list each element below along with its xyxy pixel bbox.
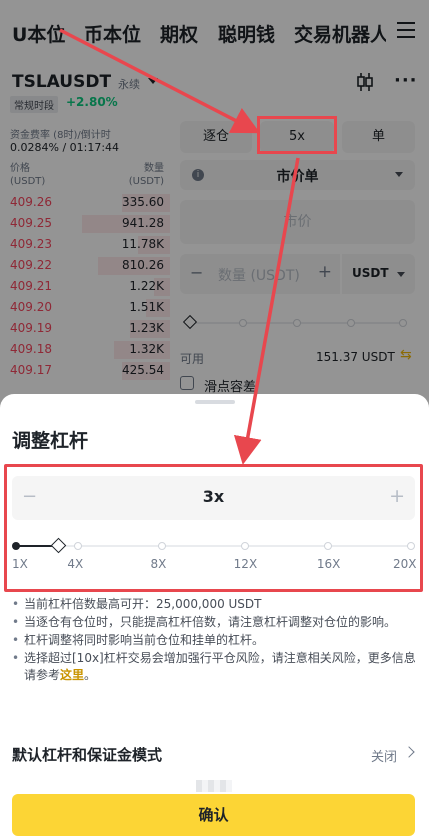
confirm-button[interactable]: 确认	[12, 794, 415, 836]
note-max-position: 当前杠杆倍数最高可开：25,000,000 USDT	[12, 596, 417, 613]
sheet-title: 调整杠杆	[12, 430, 89, 452]
plus-icon[interactable]: +	[389, 485, 405, 507]
leverage-marks: 1X 4X 8X 12X 16X 20X	[12, 557, 417, 573]
leverage-stepper[interactable]: − 3x +	[12, 476, 415, 520]
note-affects-orders: 杠杆调整将同时影响当前仓位和挂单的杠杆。	[12, 632, 417, 649]
slider-tick[interactable]	[157, 542, 166, 550]
leverage-value: 3x	[202, 487, 225, 506]
slider-mark-label[interactable]: 8X	[151, 557, 167, 571]
slider-tick[interactable]	[240, 542, 249, 550]
leverage-sheet: 调整杠杆 − 3x + 1X 4X 8X 12X 16X 20X 当前杠杆倍数最高可开：2…	[0, 394, 429, 836]
slider-mark-label[interactable]: 20X	[393, 557, 417, 571]
slider-start-dot	[12, 542, 20, 550]
here-link[interactable]: 这里	[60, 668, 84, 682]
slider-tick[interactable]	[323, 542, 332, 550]
sheet-handle[interactable]	[195, 400, 235, 404]
slider-tick[interactable]	[407, 542, 415, 550]
slider-thumb[interactable]	[50, 537, 66, 554]
slider-mark-label[interactable]: 4X	[67, 557, 83, 571]
leverage-notes: 当前杠杆倍数最高可开：25,000,000 USDT 当逐仓有仓位时，只能提高杠…	[12, 596, 417, 685]
chevron-right-icon	[403, 746, 415, 758]
redacted-area	[196, 780, 232, 792]
slider-mark-label[interactable]: 12X	[234, 557, 258, 571]
slider-mark-label[interactable]: 1X	[12, 557, 28, 571]
note-risk: 选择超过[10x]杠杆交易会增加强行平仓风险，请注意相关风险，更多信息请参考这里…	[12, 650, 417, 684]
note-isolated: 当逐仓有仓位时，只能提高杠杆倍数，请注意杠杆调整对仓位的影响。	[12, 614, 417, 631]
slider-tick[interactable]	[74, 542, 83, 550]
default-leverage-row[interactable]: 默认杠杆和保证金模式 关闭	[12, 744, 415, 766]
slider-mark-label[interactable]: 16X	[317, 557, 341, 571]
